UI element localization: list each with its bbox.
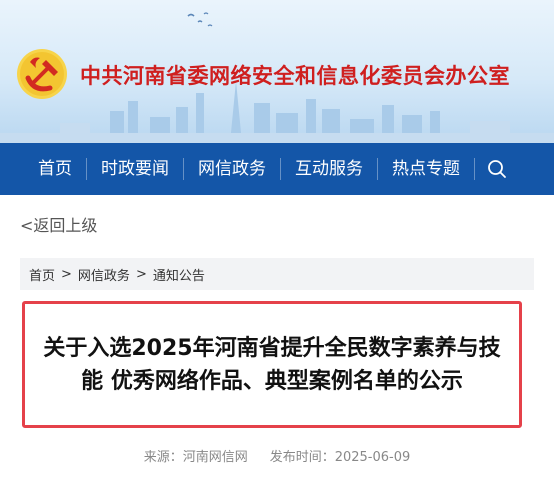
main-nav: 首页 时政要闻 网信政务 互动服务 热点专题 [0,143,554,195]
breadcrumb-government-affairs[interactable]: 网信政务 [78,265,130,284]
article-source: 来源：河南网信网 [143,450,248,465]
nav-item-government-affairs[interactable]: 网信政务 [184,158,281,180]
party-emblem-icon [17,49,67,99]
nav-item-hot-topics[interactable]: 热点专题 [378,158,475,180]
nav-item-home[interactable]: 首页 [0,158,87,180]
header-banner: 中共河南省委网络安全和信息化委员会办公室 [0,0,554,143]
breadcrumb-notices[interactable]: 通知公告 [153,265,205,284]
search-icon [488,160,506,178]
article-date: 发布时间：2025-06-09 [269,450,411,465]
breadcrumb-separator: > [61,266,72,282]
search-button[interactable] [475,159,507,179]
nav-item-news[interactable]: 时政要闻 [87,158,184,180]
article-title: 关于入选2025年河南省提升全民数字素养与技能 优秀网络作品、典型案例名单的公示 [43,335,501,394]
breadcrumb-separator: > [135,266,147,282]
breadcrumb: 首页 > 网信政务 > 通知公告 [20,258,534,290]
site-title: 中共河南省委网络安全和信息化委员会办公室 [80,64,510,88]
breadcrumb-home[interactable]: 首页 [29,265,55,284]
nav-item-interactive-services[interactable]: 互动服务 [281,158,378,180]
back-link[interactable]: <返回上级 [20,212,97,236]
article-meta: 来源：河南网信网 发布时间：2025-06-09 [0,446,554,465]
birds-decoration [187,12,213,27]
article-title-highlight: 关于入选2025年河南省提升全民数字素养与技能 优秀网络作品、典型案例名单的公示 [22,301,522,428]
